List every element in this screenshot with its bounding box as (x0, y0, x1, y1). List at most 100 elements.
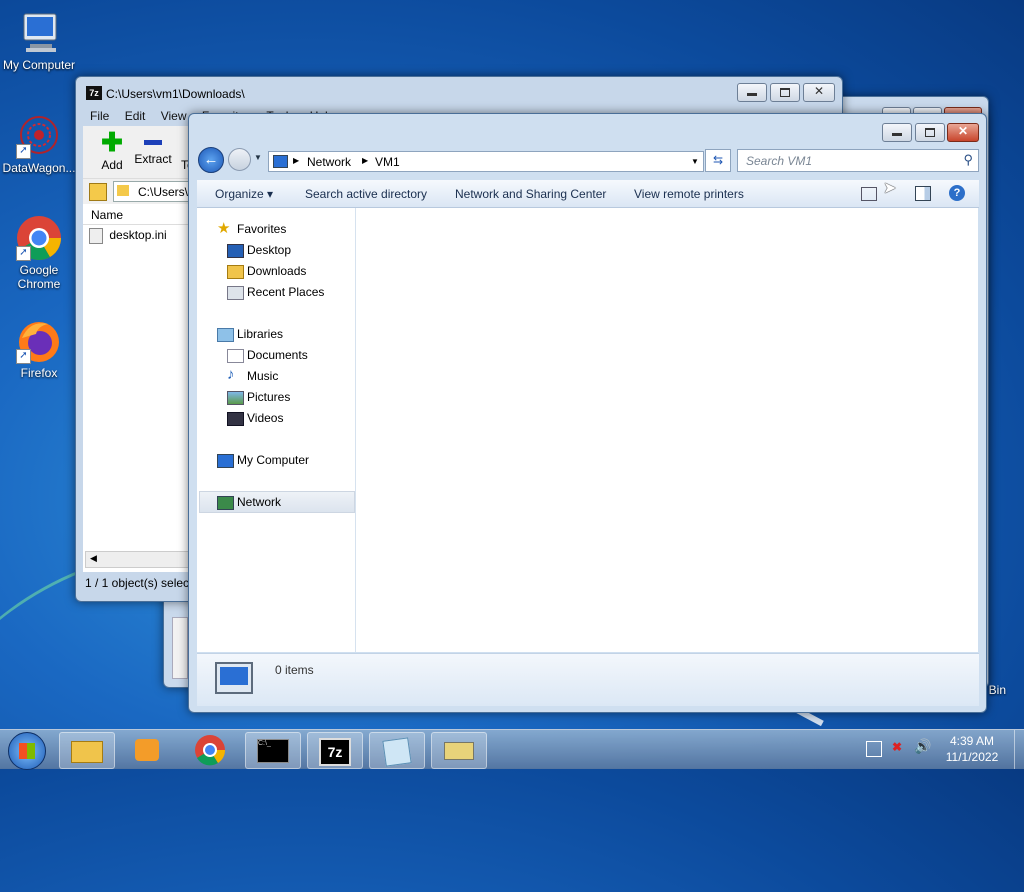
search-active-directory-button[interactable]: Search active directory (305, 187, 427, 201)
search-icon[interactable]: ⚲ (963, 152, 973, 168)
chevron-right-icon[interactable]: ▶ (362, 156, 368, 165)
nav-libraries[interactable]: Libraries (217, 327, 283, 342)
taskbar-media-player[interactable] (120, 732, 174, 767)
recent-pages-dropdown-icon[interactable]: ▼ (254, 153, 262, 162)
breadcrumb-vm1[interactable]: VM1 (375, 155, 400, 169)
minimize-button[interactable] (737, 83, 767, 102)
explorer-window[interactable]: ✕ ← ▼ ▶ Network ▶ VM1 ▼ ⇆ Search VM1 ⚲ O… (188, 113, 987, 713)
view-remote-printers-button[interactable]: View remote printers (634, 187, 744, 201)
maximize-button[interactable] (770, 83, 800, 102)
pictures-icon (227, 391, 244, 405)
menu-view[interactable]: View (161, 109, 187, 123)
add-label: Add (101, 158, 123, 172)
breadcrumb-network[interactable]: Network (307, 155, 351, 169)
mouse-cursor-icon: ➤ (883, 180, 897, 197)
clock[interactable]: 4:39 AM 11/1/2022 (942, 734, 1002, 764)
desktop-icon (227, 244, 244, 258)
address-dropdown-icon[interactable]: ▼ (691, 157, 699, 166)
desktop-icon-label: Firefox (20, 366, 58, 380)
nav-network[interactable]: Network (217, 495, 281, 510)
computer-icon (215, 662, 253, 694)
7zip-icon: 7z (86, 86, 102, 100)
search-input[interactable]: Search VM1 ⚲ (737, 149, 979, 172)
taskbar-explorer[interactable] (59, 732, 115, 769)
nav-pictures[interactable]: Pictures (227, 390, 290, 405)
folder-icon (71, 741, 103, 763)
refresh-icon: ⇆ (712, 153, 724, 167)
scroll-left-icon[interactable]: ◀ (90, 553, 97, 564)
nav-music[interactable]: ♪ Music (227, 366, 278, 383)
nav-favorites[interactable]: ★ Favorites (217, 220, 286, 237)
taskbar-app[interactable] (431, 732, 487, 769)
plus-icon: ✚ (101, 127, 123, 157)
forward-button[interactable] (228, 148, 251, 171)
help-icon[interactable]: ? (949, 185, 965, 201)
documents-icon (227, 349, 244, 363)
refresh-button[interactable]: ⇆ (705, 149, 731, 172)
close-button[interactable]: ✕ (947, 123, 979, 142)
minus-icon (144, 140, 162, 145)
back-button[interactable]: ← (198, 147, 224, 173)
show-desktop-button[interactable] (1014, 730, 1024, 769)
libraries-icon (217, 328, 234, 342)
downloads-folder-icon (227, 265, 244, 279)
list-item[interactable]: desktop.ini (89, 228, 167, 244)
taskbar: C:\_ 7z ✖ 🔊 4:39 AM 11/1/2022 (0, 729, 1024, 770)
action-center-icon[interactable]: ✖ (892, 740, 902, 754)
content-pane[interactable] (356, 208, 978, 652)
window-edge (172, 617, 188, 679)
minimize-button[interactable] (882, 123, 912, 142)
extract-button[interactable]: Extract (128, 132, 178, 166)
close-button[interactable]: ✕ (803, 83, 835, 102)
chevron-right-icon[interactable]: ▶ (293, 156, 299, 165)
windows-logo-icon (19, 743, 35, 759)
menu-edit[interactable]: Edit (125, 109, 146, 123)
desktop-icon-label: My Computer (2, 58, 76, 72)
taskbar-7zip[interactable]: 7z (307, 732, 363, 769)
desktop-icon-my-computer[interactable]: My Computer (0, 10, 79, 72)
titlebar[interactable]: 7z C:\Users\vm1\Downloads\ ✕ (76, 77, 842, 103)
column-header-label: Name (91, 208, 124, 222)
maximize-button[interactable] (915, 123, 945, 142)
clock-date: 11/1/2022 (945, 750, 999, 764)
extract-label: Extract (134, 152, 172, 166)
network-tray-icon[interactable] (866, 741, 882, 757)
shortcut-arrow-icon: ➚ (16, 349, 31, 364)
start-button[interactable] (8, 732, 46, 770)
folder-up-icon[interactable] (89, 183, 107, 201)
chrome-icon (195, 735, 226, 766)
minimize-icon (892, 133, 902, 136)
search-placeholder: Search VM1 (746, 154, 813, 168)
nav-recent-places[interactable]: Recent Places (227, 285, 324, 300)
nav-desktop[interactable]: Desktop (227, 243, 291, 258)
taskbar-notepad[interactable] (369, 732, 425, 769)
close-icon: ✕ (813, 84, 825, 98)
change-view-icon[interactable] (861, 187, 877, 201)
path-text: C:\Users\ (138, 185, 189, 199)
details-pane: 0 items (197, 653, 979, 706)
shortcut-arrow-icon: ➚ (16, 246, 31, 261)
organize-button[interactable]: Organize ▾ (215, 187, 273, 201)
desktop-icon-datawagon[interactable]: ➚ DataWagon... (0, 113, 79, 175)
nav-documents[interactable]: Documents (227, 348, 308, 363)
add-button[interactable]: ✚ Add (92, 127, 132, 172)
star-icon: ★ (217, 220, 231, 237)
file-name: desktop.ini (109, 228, 167, 243)
nav-downloads[interactable]: Downloads (227, 264, 306, 279)
media-player-icon (135, 739, 159, 761)
menu-file[interactable]: File (90, 109, 109, 123)
desktop-icon-firefox[interactable]: ➚ Firefox (0, 318, 79, 380)
horizontal-scrollbar[interactable]: ◀ (85, 551, 193, 568)
preview-pane-icon[interactable] (915, 186, 931, 201)
music-icon: ♪ (227, 366, 235, 383)
nav-videos[interactable]: Videos (227, 411, 283, 426)
taskbar-cmd[interactable]: C:\_ (245, 732, 301, 769)
volume-icon[interactable]: 🔊 (914, 738, 931, 755)
network-icon (217, 496, 234, 510)
taskbar-chrome[interactable] (183, 732, 237, 767)
network-sharing-center-button[interactable]: Network and Sharing Center (455, 187, 606, 201)
nav-my-computer[interactable]: My Computer (217, 453, 309, 468)
desktop-icon-chrome[interactable]: ➚ Google Chrome (0, 215, 79, 291)
column-header-name[interactable]: Name (83, 204, 193, 225)
breadcrumb[interactable]: ▶ Network ▶ VM1 ▼ (268, 151, 704, 172)
